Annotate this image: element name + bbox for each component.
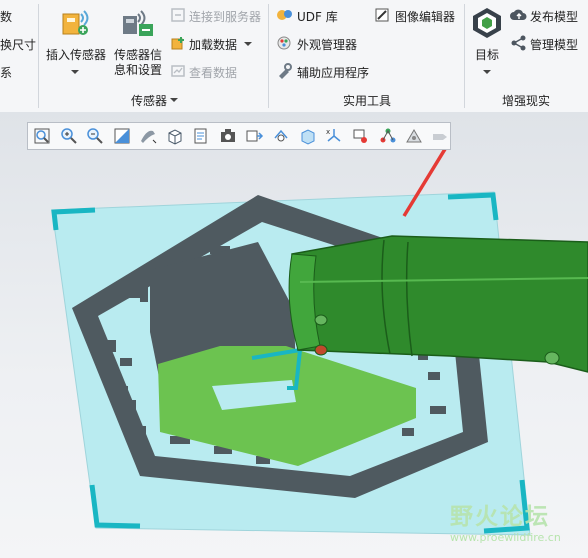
green-3d-model [288,235,588,373]
network-icon [380,128,396,143]
ribbon: 数 换尺寸 系 插入传感器 传感器信 息和设置 连接到服务器 加载数据 查看数据… [0,0,588,113]
share-icon [511,35,526,51]
datum-icon [246,130,264,142]
zoom-in-button[interactable] [59,126,79,146]
ribbon-separator [268,4,269,108]
ribbon-separator [464,4,465,108]
network-button[interactable] [378,126,398,146]
chevron-down-icon [170,98,178,102]
annotation-button[interactable] [298,126,318,146]
zoom-out-icon [87,128,103,144]
display-style-icon [141,130,157,144]
appearance-manager-icon [277,36,291,50]
model-hole-red [314,344,328,356]
aux-application-label: 辅助应用程序 [297,66,370,80]
left-cut-item-3[interactable]: 系 [0,64,12,81]
svg-text:x: x [326,128,330,136]
view-data-icon [171,65,185,77]
spin-center-button[interactable] [271,126,291,146]
coordinate-axes-icon: x [326,128,341,142]
display-style-button[interactable] [138,126,158,146]
cloud-upload-icon [510,9,527,20]
insert-sensor-label: 插入传感器 [45,48,106,62]
perspective-button[interactable] [218,126,238,146]
load-data-icon [171,37,184,50]
sensor-info-label-2: 息和设置 [113,63,162,77]
ribbon-separator [38,4,39,108]
zoom-fit-button[interactable] [32,126,52,146]
sensor-info-label-1: 传感器信 [113,48,162,62]
aux-application-icon [279,63,292,79]
view-manager-icon [194,128,207,144]
image-editor-label: 图像编辑器 [395,10,456,24]
sensor-info-icon [123,10,153,36]
repaint-icon [114,128,130,144]
model-hole [544,351,560,365]
publish-model-label: 发布模型 [530,10,579,24]
tools-group-label: 实用工具 [343,94,392,108]
chevron-down-icon [483,70,491,74]
udf-library-label: UDF 库 [297,10,338,24]
model-hole [314,314,328,326]
section-icon [353,129,367,143]
repaint-button[interactable] [112,126,132,146]
left-cut-item-1[interactable]: 数 [0,8,12,25]
udf-library-icon [277,10,292,20]
zoom-fit-icon [34,128,50,144]
sensors-group-text: 传感器 [131,94,168,108]
chevron-down-icon [71,70,79,74]
section-button[interactable] [351,126,371,146]
zoom-out-button[interactable] [85,126,105,146]
datum-display-button[interactable] [244,126,264,146]
render-button[interactable] [404,126,424,146]
coordinate-button[interactable]: x [324,126,344,146]
image-editor-icon [375,8,389,22]
view-toolbar: x [27,122,451,150]
view-data-label: 查看数据 [189,66,238,80]
insert-sensor-icon [62,10,89,35]
chevron-down-icon [244,42,252,46]
manage-model-label: 管理模型 [530,38,579,52]
connect-server-label: 连接到服务器 [189,10,262,24]
zoom-in-icon [61,128,77,144]
appearance-manager-label: 外观管理器 [297,38,358,52]
ar-target-icon [473,8,501,38]
view-manager-button[interactable] [191,126,211,146]
spin-center-icon [274,129,288,142]
ar-group-label: 增强现实 [502,94,551,108]
watermark-text: 野火论坛 [450,504,550,530]
server-icon [171,8,185,22]
target-label: 目标 [474,48,499,62]
render-icon [406,129,422,143]
explode-icon [433,134,447,140]
explode-button[interactable] [430,126,450,146]
load-data-label: 加载数据 [189,38,238,52]
saved-orientation-button[interactable] [165,126,185,146]
cube-icon [168,129,182,145]
annotation-cube-icon [301,129,315,145]
left-cut-item-2[interactable]: 换尺寸 [0,36,36,53]
watermark-url: www.proewildfire.cn [450,531,561,544]
camera-icon [221,129,235,142]
